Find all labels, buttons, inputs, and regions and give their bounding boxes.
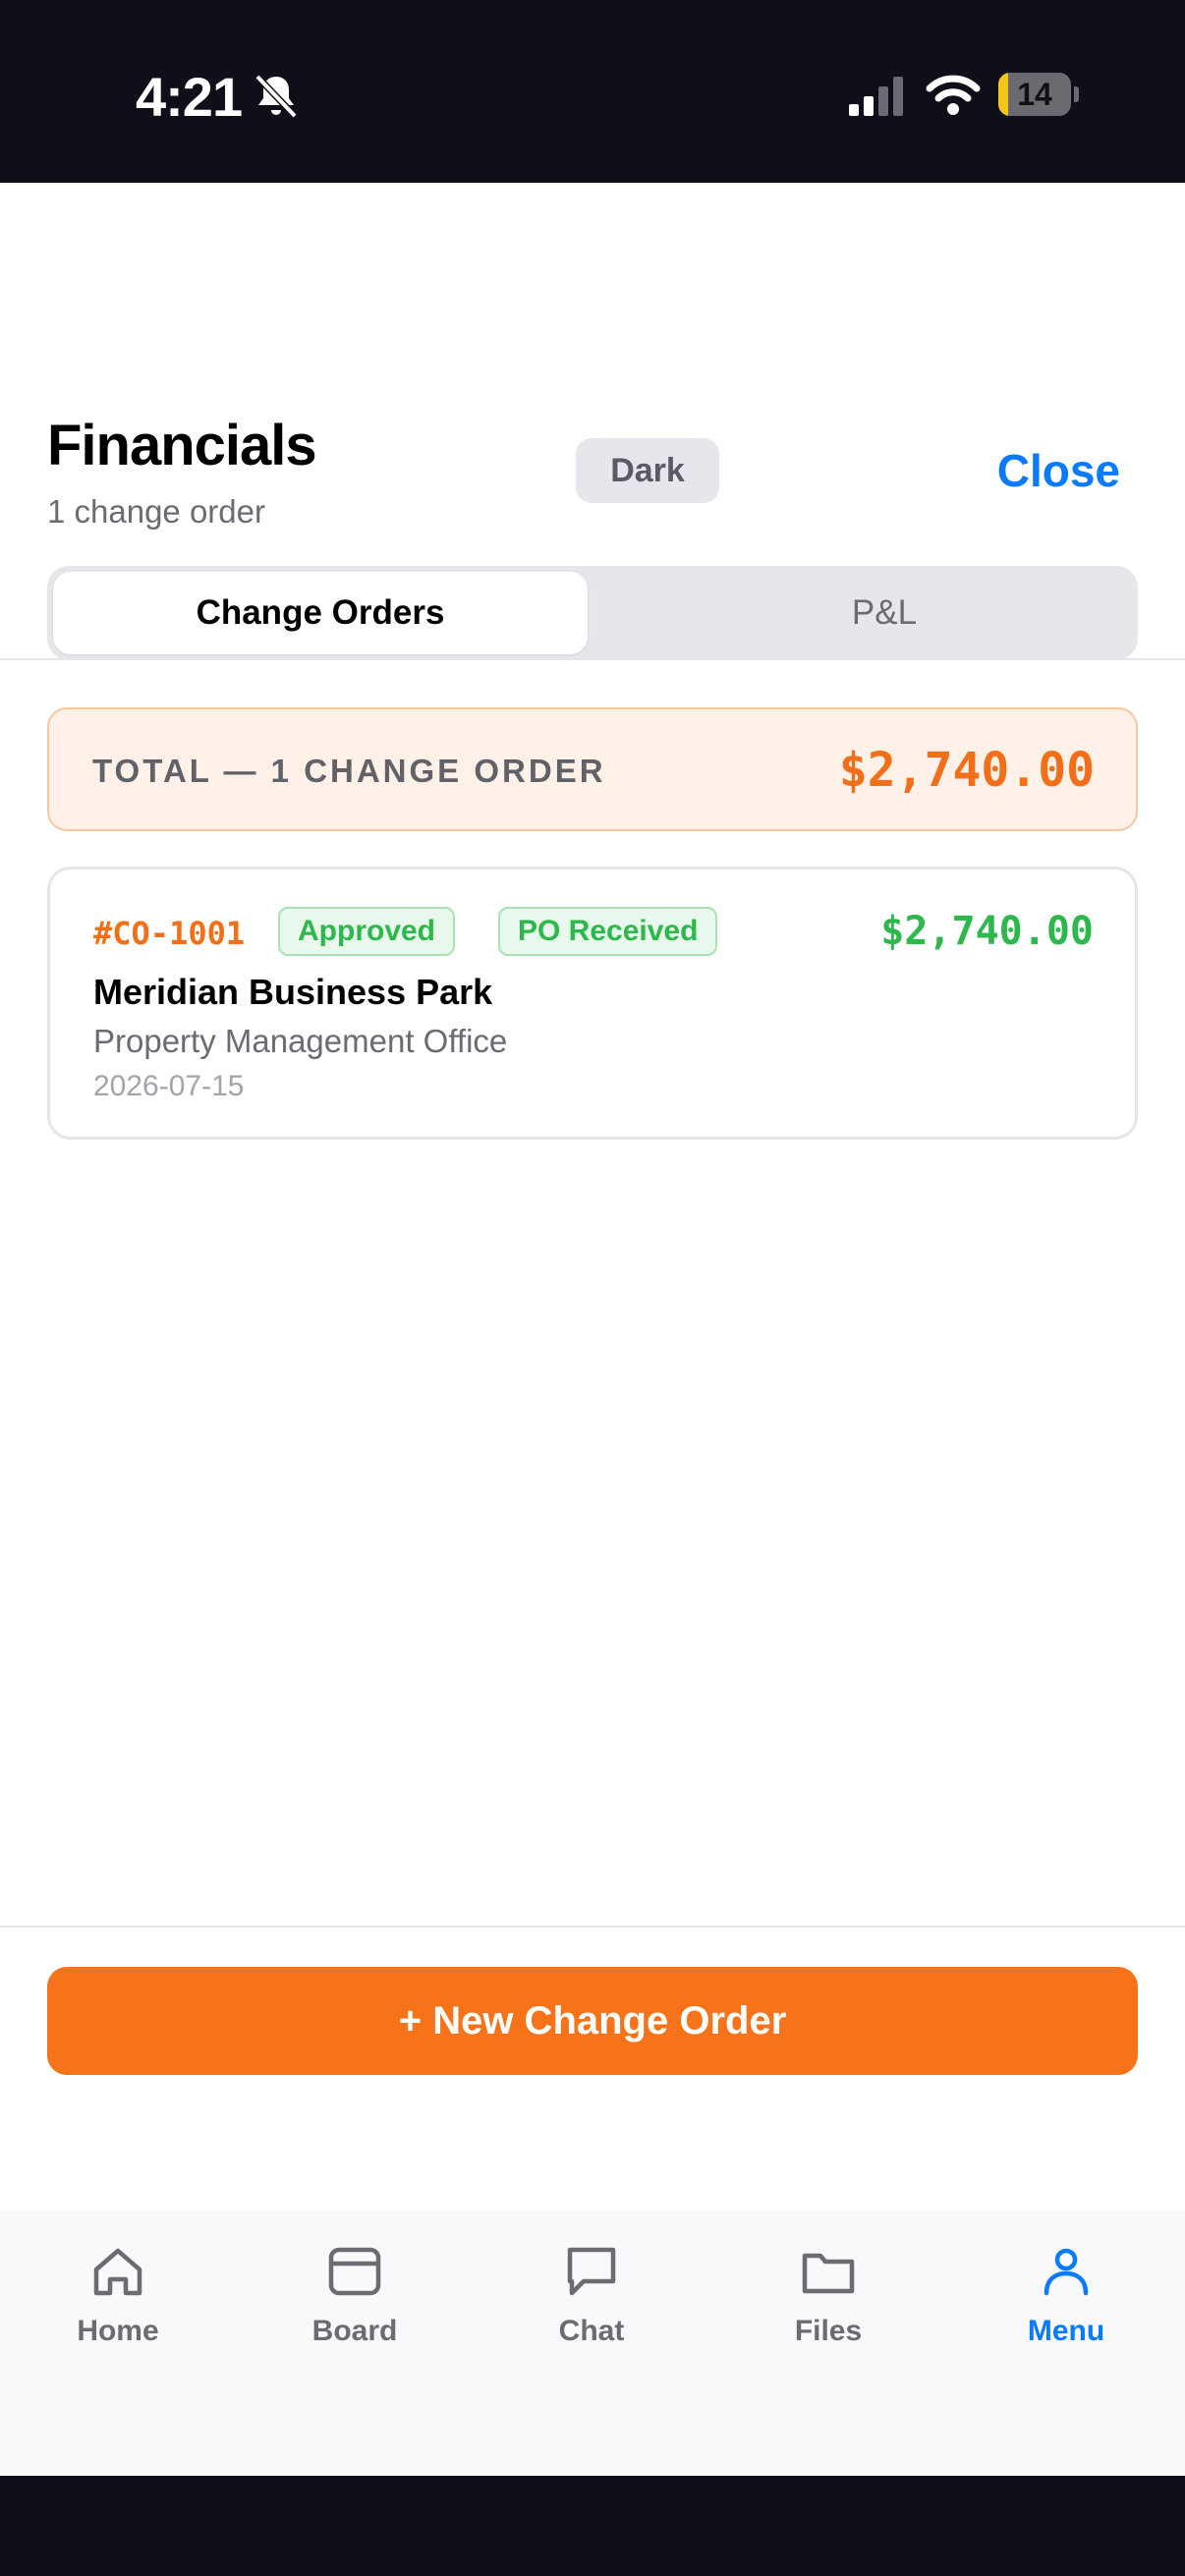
battery-level: 14 [1017, 77, 1052, 112]
status-badge-approved: Approved [278, 907, 456, 956]
client-name: Property Management Office [93, 1023, 508, 1059]
change-order-date: 2026-07-15 [93, 1070, 245, 1102]
page-title: Financials [47, 414, 317, 477]
home-icon [93, 2248, 142, 2296]
total-banner: TOTAL — 1 CHANGE ORDER $2,740.00 [47, 707, 1138, 831]
status-bar: 4:21 14 [0, 0, 1185, 183]
change-order-amount: $2,740.00 [880, 909, 1094, 954]
chat-icon [567, 2247, 616, 2296]
dark-mode-toggle-button[interactable]: Dark [576, 438, 719, 503]
tab-files[interactable]: Files [750, 2240, 907, 2348]
new-change-order-button[interactable]: + New Change Order [47, 1967, 1138, 2075]
home-indicator-area [0, 2476, 1185, 2576]
tab-home-label: Home [77, 2315, 159, 2347]
cellular-signal-icon [849, 77, 903, 116]
battery-indicator: 14 [998, 73, 1079, 116]
wifi-icon [926, 75, 981, 115]
tab-board-label: Board [311, 2315, 398, 2347]
change-order-card[interactable]: #CO-1001 Approved PO Received $2,740.00 … [47, 867, 1138, 1140]
tab-files-label: Files [794, 2315, 863, 2347]
tab-chat-label: Chat [558, 2315, 625, 2347]
tab-menu[interactable]: Menu [988, 2240, 1145, 2348]
close-button[interactable]: Close [997, 444, 1120, 497]
change-order-number: #CO-1001 [93, 915, 246, 952]
tab-bar: Home Board Chat Files Menu [0, 2211, 1185, 2476]
page-subtitle: 1 change order [47, 493, 265, 530]
board-icon [328, 2247, 381, 2296]
segmented-control: Change Orders P&L [47, 566, 1138, 660]
bell-muted-icon [254, 74, 298, 119]
project-name: Meridian Business Park [93, 972, 493, 1012]
tab-menu-label: Menu [1027, 2315, 1105, 2347]
tab-pl[interactable]: P&L [637, 572, 1132, 654]
person-icon [1044, 2248, 1089, 2296]
total-label: TOTAL — 1 CHANGE ORDER [92, 753, 606, 789]
total-amount: $2,740.00 [838, 743, 1095, 798]
tab-board[interactable]: Board [276, 2240, 433, 2348]
tab-change-orders[interactable]: Change Orders [53, 572, 588, 654]
divider [0, 1926, 1185, 1928]
tab-chat[interactable]: Chat [513, 2240, 670, 2348]
folder-icon [802, 2253, 855, 2294]
status-time: 4:21 [136, 66, 243, 128]
tab-home[interactable]: Home [39, 2240, 197, 2348]
status-badge-po-received: PO Received [498, 907, 718, 956]
divider [0, 658, 1185, 660]
